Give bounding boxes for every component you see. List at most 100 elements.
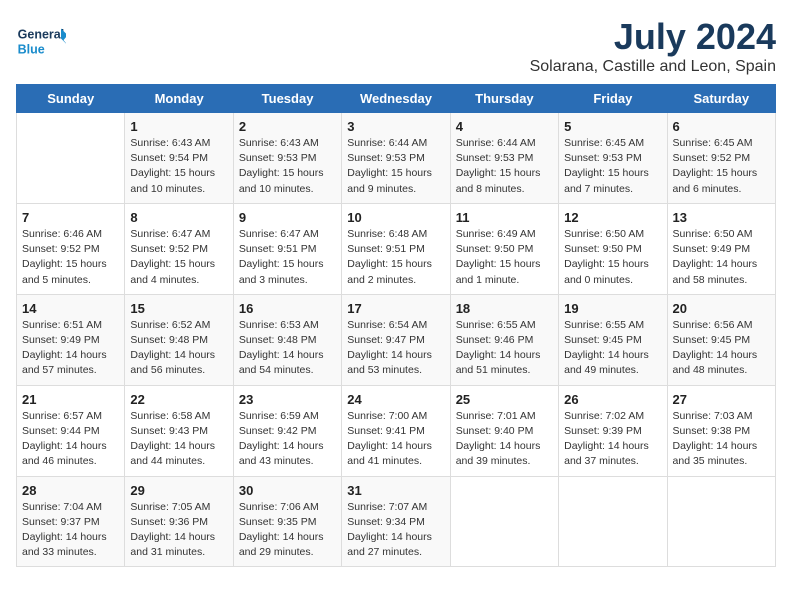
calendar-cell: 20Sunrise: 6:56 AM Sunset: 9:45 PM Dayli… (667, 294, 775, 385)
calendar-cell: 16 Sunrise: 6:53 AM Sunset: 9:48 PM Dayli… (233, 294, 341, 385)
cell-content: Sunrise: 6:57 AM Sunset: 9:44 PM Dayligh… (22, 409, 119, 470)
day-number: 1 (130, 119, 227, 134)
calendar-week-row: 7 Sunrise: 6:46 AM Sunset: 9:52 PM Daylig… (17, 203, 776, 294)
day-number: 9 (239, 210, 336, 225)
calendar-cell: 9 Sunrise: 6:47 AM Sunset: 9:51 PM Daylig… (233, 203, 341, 294)
cell-content: Sunrise: 6:50 AM Sunset: 9:50 PM Dayligh… (564, 227, 661, 288)
logo: General Blue (16, 16, 66, 66)
day-number: 21 (22, 392, 119, 407)
cell-content: Sunrise: 6:43 AM Sunset: 9:54 PM Dayligh… (130, 136, 227, 197)
calendar-cell: 3 Sunrise: 6:44 AM Sunset: 9:53 PM Daylig… (342, 113, 450, 204)
day-number: 23 (239, 392, 336, 407)
calendar-cell (450, 476, 558, 567)
cell-content: Sunrise: 7:00 AM Sunset: 9:41 PM Dayligh… (347, 409, 444, 470)
cell-content: Sunrise: 6:45 AM Sunset: 9:52 PM Dayligh… (673, 136, 770, 197)
cell-content: Sunrise: 6:59 AM Sunset: 9:42 PM Dayligh… (239, 409, 336, 470)
day-number: 4 (456, 119, 553, 134)
calendar-cell: 11 Sunrise: 6:49 AM Sunset: 9:50 PM Dayli… (450, 203, 558, 294)
calendar-cell: 29Sunrise: 7:05 AM Sunset: 9:36 PM Dayli… (125, 476, 233, 567)
calendar-table: SundayMondayTuesdayWednesdayThursdayFrid… (16, 84, 776, 567)
calendar-cell: 10Sunrise: 6:48 AM Sunset: 9:51 PM Dayli… (342, 203, 450, 294)
cell-content: Sunrise: 6:47 AM Sunset: 9:51 PM Dayligh… (239, 227, 336, 288)
calendar-cell: 14 Sunrise: 6:51 AM Sunset: 9:49 PM Dayli… (17, 294, 125, 385)
calendar-cell: 17 Sunrise: 6:54 AM Sunset: 9:47 PM Dayli… (342, 294, 450, 385)
calendar-cell (17, 113, 125, 204)
calendar-cell: 22 Sunrise: 6:58 AM Sunset: 9:43 PM Dayli… (125, 385, 233, 476)
cell-content: Sunrise: 6:47 AM Sunset: 9:52 PM Dayligh… (130, 227, 227, 288)
calendar-cell (559, 476, 667, 567)
calendar-cell: 28 Sunrise: 7:04 AM Sunset: 9:37 PM Dayli… (17, 476, 125, 567)
header-day: Thursday (450, 85, 558, 113)
day-number: 17 (347, 301, 444, 316)
day-number: 10 (347, 210, 444, 225)
calendar-week-row: 21 Sunrise: 6:57 AM Sunset: 9:44 PM Dayli… (17, 385, 776, 476)
day-number: 28 (22, 483, 119, 498)
header-row: SundayMondayTuesdayWednesdayThursdayFrid… (17, 85, 776, 113)
day-number: 3 (347, 119, 444, 134)
calendar-cell: 7 Sunrise: 6:46 AM Sunset: 9:52 PM Daylig… (17, 203, 125, 294)
cell-content: Sunrise: 6:51 AM Sunset: 9:49 PM Dayligh… (22, 318, 119, 379)
title-block: July 2024 Solarana, Castille and Leon, S… (530, 16, 776, 76)
header-day: Wednesday (342, 85, 450, 113)
cell-content: Sunrise: 6:46 AM Sunset: 9:52 PM Dayligh… (22, 227, 119, 288)
svg-text:Blue: Blue (18, 43, 45, 57)
cell-content: Sunrise: 6:56 AM Sunset: 9:45 PM Dayligh… (673, 318, 770, 379)
calendar-cell: 2 Sunrise: 6:43 AM Sunset: 9:53 PM Daylig… (233, 113, 341, 204)
cell-content: Sunrise: 6:49 AM Sunset: 9:50 PM Dayligh… (456, 227, 553, 288)
day-number: 22 (130, 392, 227, 407)
day-number: 5 (564, 119, 661, 134)
cell-content: Sunrise: 6:53 AM Sunset: 9:48 PM Dayligh… (239, 318, 336, 379)
calendar-cell: 12Sunrise: 6:50 AM Sunset: 9:50 PM Dayli… (559, 203, 667, 294)
day-number: 16 (239, 301, 336, 316)
cell-content: Sunrise: 6:44 AM Sunset: 9:53 PM Dayligh… (347, 136, 444, 197)
page-header: General Blue July 2024 Solarana, Castill… (16, 16, 776, 76)
day-number: 15 (130, 301, 227, 316)
cell-content: Sunrise: 6:50 AM Sunset: 9:49 PM Dayligh… (673, 227, 770, 288)
calendar-cell: 27Sunrise: 7:03 AM Sunset: 9:38 PM Dayli… (667, 385, 775, 476)
calendar-cell: 4 Sunrise: 6:44 AM Sunset: 9:53 PM Daylig… (450, 113, 558, 204)
calendar-cell: 23 Sunrise: 6:59 AM Sunset: 9:42 PM Dayli… (233, 385, 341, 476)
day-number: 18 (456, 301, 553, 316)
cell-content: Sunrise: 7:01 AM Sunset: 9:40 PM Dayligh… (456, 409, 553, 470)
day-number: 13 (673, 210, 770, 225)
calendar-week-row: 1 Sunrise: 6:43 AM Sunset: 9:54 PM Daylig… (17, 113, 776, 204)
main-title: July 2024 (530, 16, 776, 58)
day-number: 2 (239, 119, 336, 134)
calendar-week-row: 14 Sunrise: 6:51 AM Sunset: 9:49 PM Dayli… (17, 294, 776, 385)
calendar-cell: 1 Sunrise: 6:43 AM Sunset: 9:54 PM Daylig… (125, 113, 233, 204)
cell-content: Sunrise: 7:07 AM Sunset: 9:34 PM Dayligh… (347, 500, 444, 561)
calendar-cell: 24 Sunrise: 7:00 AM Sunset: 9:41 PM Dayli… (342, 385, 450, 476)
calendar-cell: 5Sunrise: 6:45 AM Sunset: 9:53 PM Daylig… (559, 113, 667, 204)
day-number: 6 (673, 119, 770, 134)
calendar-cell: 8Sunrise: 6:47 AM Sunset: 9:52 PM Daylig… (125, 203, 233, 294)
cell-content: Sunrise: 7:06 AM Sunset: 9:35 PM Dayligh… (239, 500, 336, 561)
calendar-cell: 30 Sunrise: 7:06 AM Sunset: 9:35 PM Dayli… (233, 476, 341, 567)
calendar-cell: 19 Sunrise: 6:55 AM Sunset: 9:45 PM Dayli… (559, 294, 667, 385)
day-number: 14 (22, 301, 119, 316)
header-day: Friday (559, 85, 667, 113)
calendar-cell: 21 Sunrise: 6:57 AM Sunset: 9:44 PM Dayli… (17, 385, 125, 476)
cell-content: Sunrise: 6:58 AM Sunset: 9:43 PM Dayligh… (130, 409, 227, 470)
day-number: 30 (239, 483, 336, 498)
day-number: 19 (564, 301, 661, 316)
day-number: 24 (347, 392, 444, 407)
cell-content: Sunrise: 6:44 AM Sunset: 9:53 PM Dayligh… (456, 136, 553, 197)
cell-content: Sunrise: 6:54 AM Sunset: 9:47 PM Dayligh… (347, 318, 444, 379)
calendar-cell: 31Sunrise: 7:07 AM Sunset: 9:34 PM Dayli… (342, 476, 450, 567)
header-day: Tuesday (233, 85, 341, 113)
day-number: 11 (456, 210, 553, 225)
header-day: Monday (125, 85, 233, 113)
svg-text:General: General (18, 28, 65, 42)
header-day: Sunday (17, 85, 125, 113)
calendar-cell: 15Sunrise: 6:52 AM Sunset: 9:48 PM Dayli… (125, 294, 233, 385)
day-number: 7 (22, 210, 119, 225)
day-number: 26 (564, 392, 661, 407)
calendar-cell: 25Sunrise: 7:01 AM Sunset: 9:40 PM Dayli… (450, 385, 558, 476)
cell-content: Sunrise: 7:02 AM Sunset: 9:39 PM Dayligh… (564, 409, 661, 470)
calendar-cell: 18Sunrise: 6:55 AM Sunset: 9:46 PM Dayli… (450, 294, 558, 385)
day-number: 29 (130, 483, 227, 498)
cell-content: Sunrise: 6:55 AM Sunset: 9:45 PM Dayligh… (564, 318, 661, 379)
cell-content: Sunrise: 7:04 AM Sunset: 9:37 PM Dayligh… (22, 500, 119, 561)
logo-svg: General Blue (16, 16, 66, 66)
cell-content: Sunrise: 6:43 AM Sunset: 9:53 PM Dayligh… (239, 136, 336, 197)
